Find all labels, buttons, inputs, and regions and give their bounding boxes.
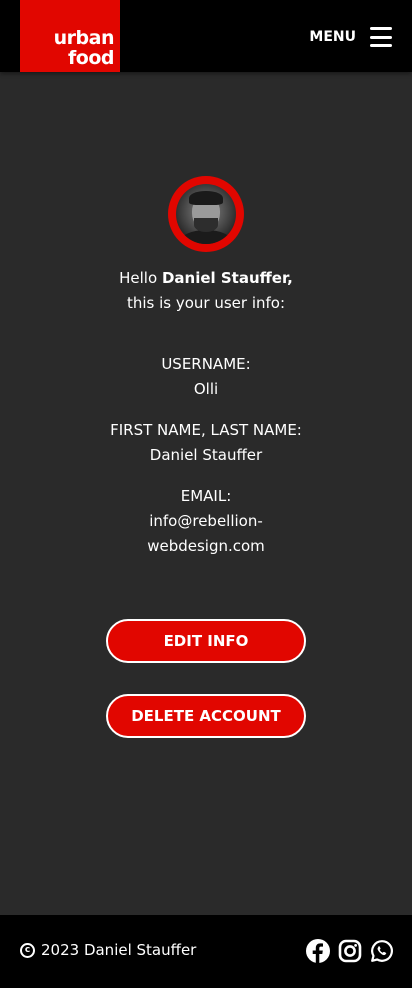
whatsapp-icon[interactable] [370, 939, 394, 963]
email-value-line1: info@rebellion- [149, 512, 263, 530]
menu-label: MENU [309, 29, 356, 45]
urbanfood-logo[interactable]: urban food [20, 0, 120, 72]
logo-text-urban: urban [53, 27, 115, 49]
username-value: Olli [193, 380, 219, 398]
avatar-photo [176, 184, 236, 244]
greeting-subline: this is your user info: [126, 294, 286, 312]
logo-text-food: food [68, 47, 114, 69]
fullname-label: FIRST NAME, LAST NAME: [110, 421, 302, 439]
greeting-name: Daniel Stauffer, [161, 269, 293, 287]
copyright-icon: c [20, 942, 35, 958]
facebook-icon[interactable] [306, 939, 330, 963]
main-content: Hello Daniel Stauffer, this is your user… [0, 72, 412, 915]
fullname-value: Daniel Stauffer [149, 446, 263, 464]
edit-info-button[interactable]: EDIT INFO [106, 619, 306, 663]
email-label: EMAIL: [180, 487, 232, 505]
hamburger-icon [370, 27, 392, 47]
user-avatar [168, 176, 244, 252]
email-value-line2: webdesign.com [147, 537, 265, 555]
delete-account-button[interactable]: DELETE ACCOUNT [106, 694, 306, 738]
username-label: USERNAME: [161, 355, 251, 373]
greeting-prefix: Hello [119, 269, 158, 287]
footer: c 2023 Daniel Stauffer [0, 915, 412, 988]
menu-button[interactable]: MENU [309, 24, 392, 50]
instagram-icon[interactable] [338, 939, 362, 963]
copyright: c 2023 Daniel Stauffer [20, 941, 196, 959]
header: urban food MENU [0, 0, 412, 72]
greeting-line: Hello Daniel Stauffer, [0, 266, 412, 291]
copyright-text: 2023 Daniel Stauffer [41, 941, 197, 959]
